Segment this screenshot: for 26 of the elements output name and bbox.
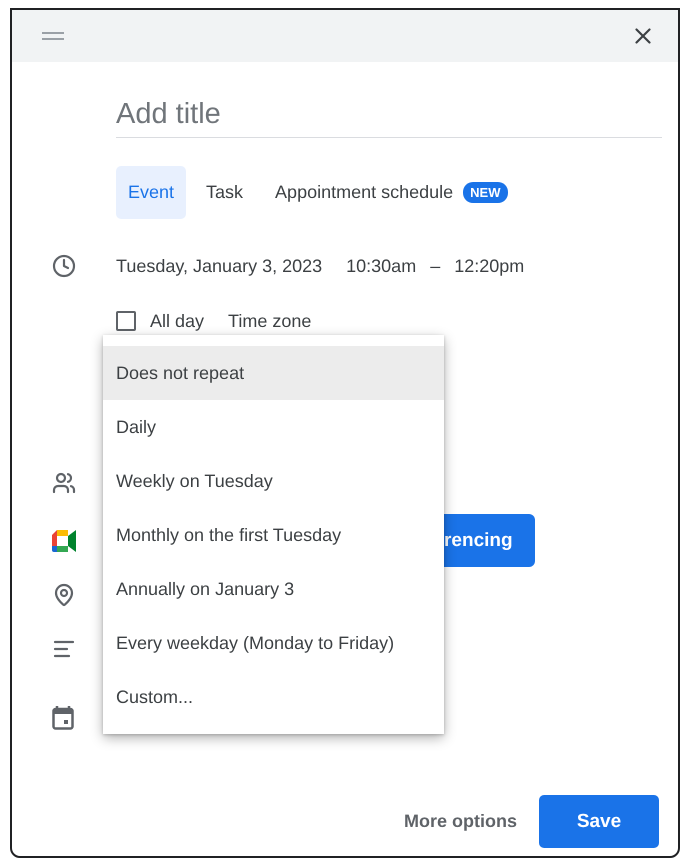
end-time[interactable]: 12:20pm [454, 256, 524, 276]
clock-icon [52, 254, 76, 278]
repeat-option[interactable]: Daily [103, 400, 444, 454]
save-button[interactable]: Save [539, 795, 659, 848]
repeat-option[interactable]: Annually on January 3 [103, 562, 444, 616]
time-separator: – [430, 256, 440, 276]
all-day-label: All day [150, 310, 204, 332]
location-pin-icon [52, 583, 76, 607]
time-zone-link[interactable]: Time zone [228, 310, 312, 332]
people-icon [52, 471, 76, 495]
video-camera-icon [52, 530, 78, 552]
event-type-tab[interactable]: Task [194, 166, 256, 219]
calendar-icon [52, 706, 74, 730]
start-time[interactable]: 10:30am [346, 256, 416, 276]
event-type-tab[interactable]: Appointment schedule NEW [263, 166, 520, 219]
more-options-button[interactable]: More options [404, 803, 517, 840]
event-type-tab[interactable]: Event [116, 166, 186, 219]
repeat-option[interactable]: Does not repeat [103, 346, 444, 400]
repeat-option[interactable]: Weekly on Tuesday [103, 454, 444, 508]
drag-handle-icon[interactable] [42, 31, 64, 41]
all-day-checkbox[interactable] [116, 311, 136, 331]
repeat-option[interactable]: Monthly on the first Tuesday [103, 508, 444, 562]
repeat-option[interactable]: Custom... [103, 670, 444, 724]
new-badge: NEW [463, 182, 508, 203]
repeat-option[interactable]: Every weekday (Monday to Friday) [103, 616, 444, 670]
date-text[interactable]: Tuesday, January 3, 2023 [116, 256, 322, 276]
